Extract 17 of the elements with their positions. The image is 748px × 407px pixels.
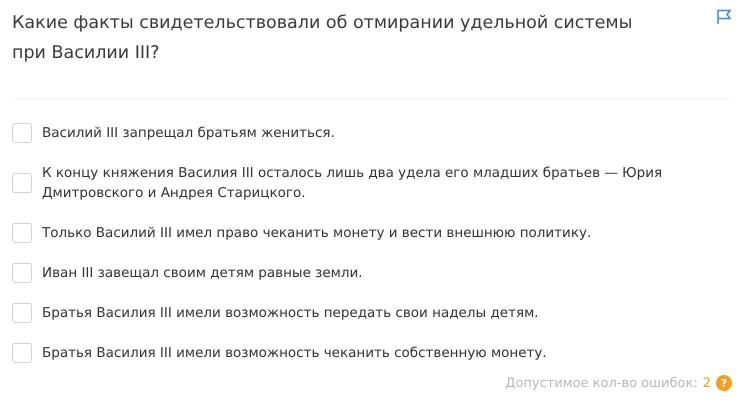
question-text: Какие факты свидетельствовали об отмирании удельной системы при Василии III? xyxy=(12,12,634,65)
checkbox[interactable] xyxy=(12,123,32,143)
checkbox[interactable] xyxy=(12,303,32,323)
option-text: Только Василий III имел право чеканить монету и вести внешнюю политику. xyxy=(42,224,592,243)
errors-label: Допустимое кол-во ошибок: xyxy=(505,376,698,390)
checkbox[interactable] xyxy=(12,173,32,193)
option-text: Братья Василия III имели возможность чеканить собственную монету. xyxy=(42,344,547,363)
checkbox[interactable] xyxy=(12,223,32,243)
option-text: Братья Василия III имели возможность передать свои наделы детям. xyxy=(42,304,539,323)
help-badge[interactable]: ? xyxy=(716,375,732,391)
option-text: К концу княжения Василия III осталось лишь два удела его младших братьев — Юрия Дмитровского и Андрея Старицкого. xyxy=(42,164,664,203)
checkbox[interactable] xyxy=(12,263,32,283)
errors-count: 2 xyxy=(702,376,711,390)
checkbox[interactable] xyxy=(12,343,32,363)
option-text: Василий III запрещал братьям жениться. xyxy=(42,124,335,143)
option-text: Иван III завещал своим детям равные земли. xyxy=(42,264,363,283)
flag-icon[interactable] xyxy=(716,9,732,25)
